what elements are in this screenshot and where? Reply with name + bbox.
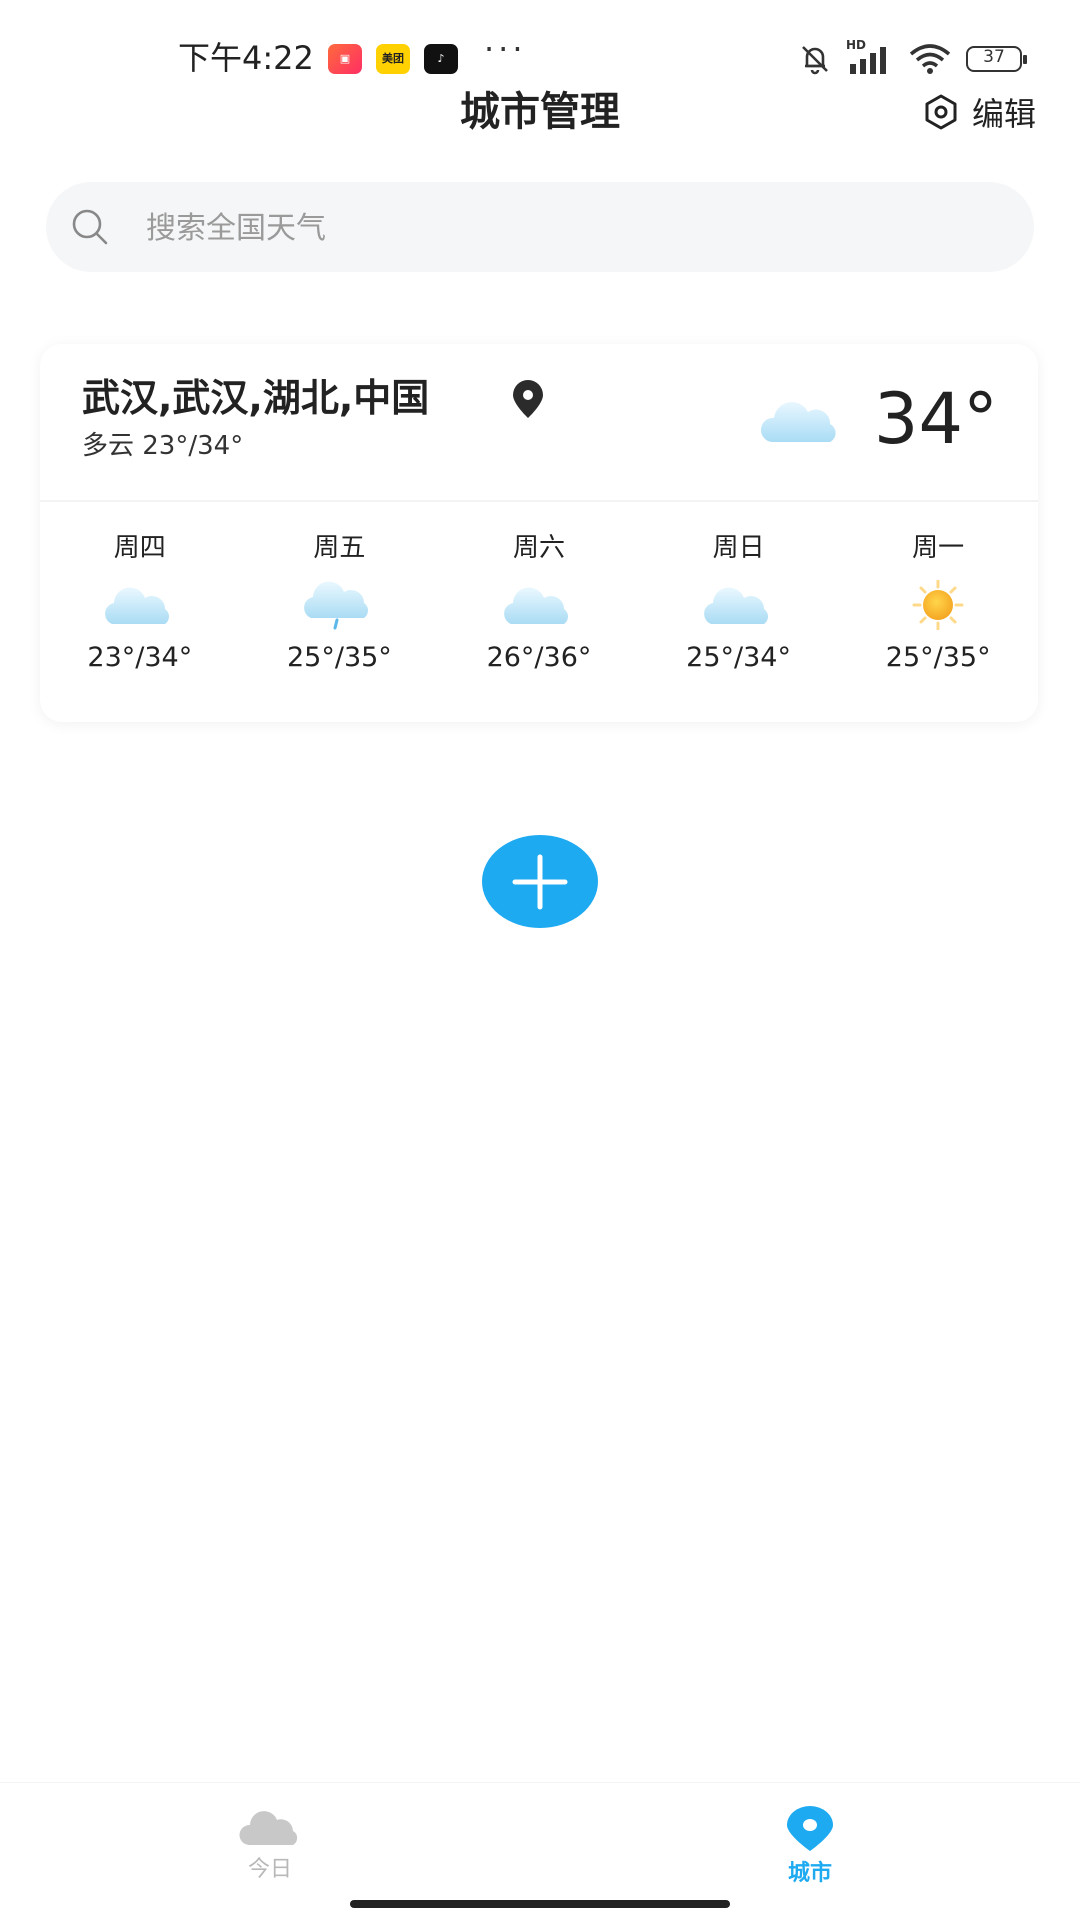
forecast-temp: 25°/35°	[286, 642, 392, 673]
forecast-day[interactable]: 周一 25°/35°	[838, 530, 1038, 678]
cloud-icon	[104, 587, 169, 624]
meituan-icon: 美团	[376, 44, 410, 74]
douyin-icon: ♪	[424, 44, 458, 74]
plus-icon	[512, 854, 568, 910]
status-bar: 下午4:22 ▣ 美团 ♪ ··· HD 37	[0, 0, 1080, 96]
current-temperature: 34°	[873, 378, 998, 460]
city-card[interactable]: 武汉,武汉,湖北,中国 多云 23°/34° 34° 周四 23°/34° 周五…	[40, 344, 1038, 722]
forecast-temp: 23°/34°	[87, 642, 193, 673]
battery-level: 37	[983, 47, 1005, 67]
cloud-icon	[703, 587, 768, 624]
city-weather-summary: 多云 23°/34°	[82, 431, 244, 461]
location-pin-icon	[787, 1806, 833, 1851]
mute-bell-icon	[802, 46, 828, 75]
search-icon	[72, 209, 108, 245]
settings-hexagon-icon	[925, 94, 957, 130]
cloud-icon	[760, 402, 836, 442]
battery-icon: 37	[966, 46, 1027, 72]
sun-icon	[912, 580, 964, 630]
add-city-button[interactable]	[482, 835, 598, 928]
tab-city[interactable]: 城市	[730, 1805, 890, 1889]
forecast-day[interactable]: 周五 25°/35°	[240, 530, 440, 678]
edit-label: 编辑	[971, 95, 1036, 133]
tab-today-label: 今日	[247, 1857, 292, 1882]
tab-today[interactable]: 今日	[190, 1805, 350, 1885]
forecast-day-name: 周一	[912, 533, 965, 563]
forecast-day[interactable]: 周六 26°/36°	[439, 530, 639, 678]
location-pin-icon	[513, 380, 543, 418]
forecast-day-name: 周六	[512, 533, 565, 563]
app-notification-icon: ▣	[328, 44, 362, 74]
tab-city-label: 城市	[787, 1861, 832, 1886]
forecast-row: 周四 23°/34° 周五 25°/35° 周六 26°/36° 周日 25°/…	[40, 530, 1038, 678]
search-bar[interactable]	[46, 182, 1034, 274]
home-indicator	[350, 1900, 730, 1908]
card-divider	[40, 500, 1038, 502]
forecast-temp: 26°/36°	[486, 642, 592, 673]
forecast-day[interactable]: 周日 25°/34°	[639, 530, 839, 678]
forecast-temp: 25°/35°	[885, 642, 991, 673]
forecast-temp: 25°/34°	[686, 642, 791, 673]
more-notifications-icon: ···	[484, 30, 527, 68]
forecast-day-name: 周五	[313, 533, 366, 563]
cloud-icon	[504, 587, 569, 624]
forecast-day[interactable]: 周四 23°/34°	[40, 530, 240, 678]
forecast-day-name: 周日	[712, 533, 765, 563]
city-name: 武汉,武汉,湖北,中国	[82, 376, 430, 420]
edit-button[interactable]: 编辑	[922, 88, 1036, 136]
status-time: 下午4:22	[178, 39, 314, 77]
cellular-signal-icon: HD	[846, 38, 894, 76]
rain-cloud-icon	[304, 581, 369, 630]
search-input[interactable]	[144, 182, 1008, 274]
status-icons: HD 37	[798, 38, 1027, 76]
wifi-icon	[909, 44, 951, 74]
page-title: 城市管理	[460, 89, 620, 135]
cloud-icon	[239, 1811, 298, 1845]
forecast-day-name: 周四	[113, 533, 166, 563]
